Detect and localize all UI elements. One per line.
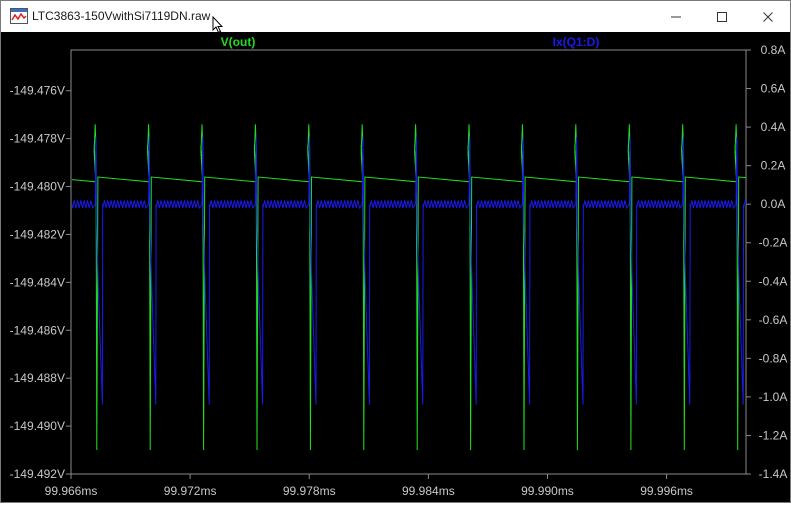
y-right-tick-label: -0.2A (759, 236, 788, 250)
x-tick-label: 99.996ms (640, 484, 693, 498)
y-right-tick-label: 0.6A (761, 82, 786, 96)
x-tick-label: 99.990ms (521, 484, 574, 498)
y-left-tick-label: -149.484V (10, 275, 65, 289)
x-tick-label: 99.978ms (283, 484, 336, 498)
minimize-button[interactable] (653, 1, 699, 32)
close-icon (763, 11, 773, 22)
y-left-tick-label: -149.482V (10, 227, 65, 241)
waveform-chart[interactable]: -149.476V -149.478V -149.480V -149.482V -149… (1, 32, 790, 502)
y-left-tick-label: -149.488V (10, 371, 65, 385)
y-right-tick-label: 0.8A (761, 43, 786, 57)
y-left-tick-label: -149.486V (10, 323, 65, 337)
title-bar[interactable]: LTC3863-150VwithSi7119DN.raw (1, 1, 791, 34)
y-right-tick-label: -1.2A (759, 428, 788, 442)
waveform-plot-pane[interactable]: -149.476V -149.478V -149.480V -149.482V -149… (1, 32, 790, 502)
y-right-tick-label: -0.4A (759, 274, 788, 288)
y-left-tick-label: -149.478V (10, 132, 65, 146)
y-right-tick-label: 0.2A (761, 159, 786, 173)
series-label-ix-q1d: Ix(Q1:D) (553, 35, 600, 49)
window-title: LTC3863-150VwithSi7119DN.raw (32, 9, 211, 23)
y-left-tick-label: -149.492V (10, 467, 65, 481)
app-window: LTC3863-150VwithSi7119DN.raw -149.476V -1… (0, 0, 791, 503)
close-button[interactable] (745, 1, 791, 32)
series-line-ix-q1d (72, 136, 746, 405)
minimize-icon (671, 16, 681, 17)
y-right-tick-label: -1.0A (759, 390, 788, 404)
y-right-tick-label: -1.4A (759, 467, 788, 481)
maximize-button[interactable] (699, 1, 745, 32)
y-right-tick-label: -0.8A (759, 351, 788, 365)
y-left-tick-label: -149.490V (10, 419, 65, 433)
y-right-tick-label: 0.0A (761, 197, 786, 211)
maximize-icon (717, 11, 727, 22)
y-left-tick-label: -149.480V (10, 180, 65, 194)
series-line-v-out (72, 124, 746, 451)
x-tick-label: 99.972ms (164, 484, 217, 498)
y-left-tick-label: -149.476V (10, 84, 65, 98)
y-right-tick-label: 0.4A (761, 120, 786, 134)
plot-frame (70, 49, 747, 475)
waveform-app-icon (10, 8, 28, 24)
series-label-v-out: V(out) (221, 35, 256, 49)
x-tick-label: 99.984ms (402, 484, 455, 498)
x-tick-label: 99.966ms (45, 484, 98, 498)
y-right-tick-label: -0.6A (759, 313, 788, 327)
